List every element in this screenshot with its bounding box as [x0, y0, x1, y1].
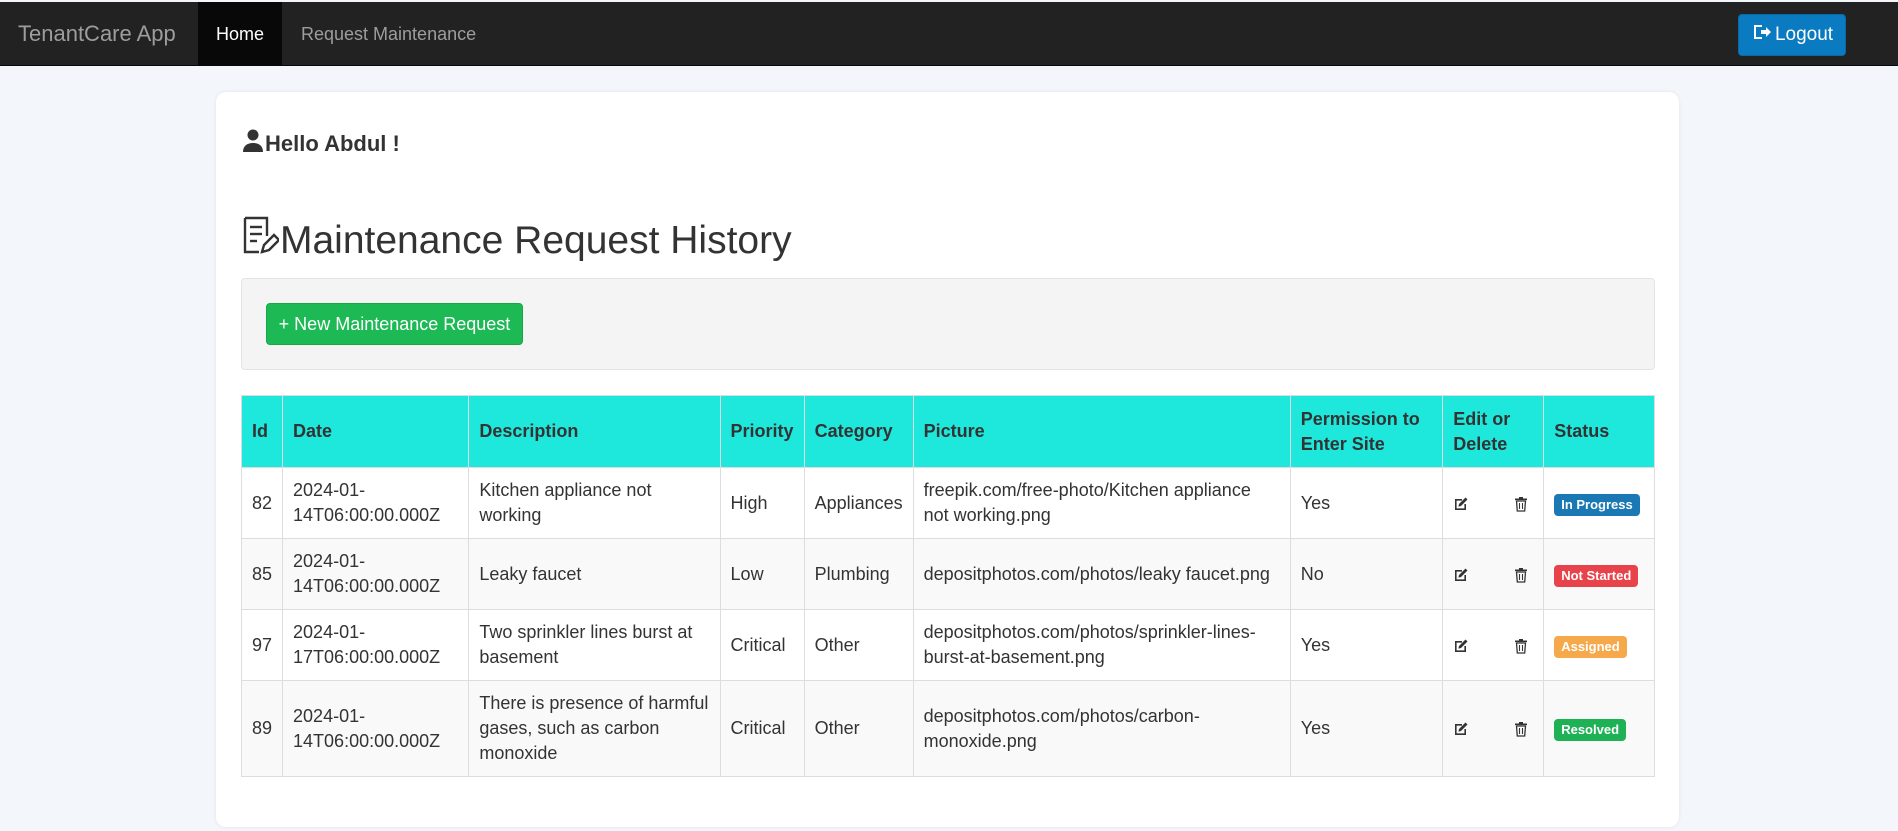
- cell-id: 97: [240, 609, 284, 681]
- cell-picture: depositphotos.com/photos/sprinkler-lines…: [912, 609, 1291, 681]
- cell-priority: High: [719, 467, 805, 539]
- header-priority: Priority: [719, 395, 805, 468]
- table-row: 82 2024-01- 14T06:00:00.000Z Kitchen applia…: [240, 467, 1655, 539]
- cell-actions: [1442, 467, 1545, 539]
- edit-icon[interactable]: [1453, 718, 1469, 738]
- table-row: 85 2024-01- 14T06:00:00.000Z Leaky faucet Lo…: [240, 538, 1655, 610]
- cell-category: Other: [803, 609, 914, 681]
- cell-date: 2024-01- 14T06:00:00.000Z: [282, 538, 470, 610]
- cell-date: 2024-01- 14T06:00:00.000Z: [282, 680, 470, 777]
- cell-date: 2024-01- 14T06:00:00.000Z: [282, 467, 470, 539]
- header-description: Description: [468, 395, 721, 468]
- nav-request-maintenance[interactable]: Request Maintenance: [281, 2, 496, 66]
- cell-description: Leaky faucet: [468, 538, 721, 610]
- cell-actions: [1442, 680, 1545, 777]
- cell-priority: Critical: [719, 680, 805, 777]
- page-title-text: Maintenance Request History: [280, 219, 792, 262]
- user-icon: [242, 129, 265, 159]
- cell-picture: freepik.com/free-photo/Kitchen appliance…: [912, 467, 1291, 539]
- header-id: Id: [240, 395, 284, 468]
- cell-date: 2024-01- 17T06:00:00.000Z: [282, 609, 470, 681]
- cell-id: 89: [240, 680, 284, 777]
- cell-category: Other: [803, 680, 914, 777]
- table-header-row: Id Date Description Priority Category Pi…: [240, 395, 1655, 468]
- header-category: Category: [803, 395, 914, 468]
- header-edit-delete: Edit or Delete: [1442, 395, 1545, 468]
- status-badge: Not Started: [1554, 564, 1639, 587]
- cell-actions: [1442, 609, 1545, 681]
- header-date: Date: [282, 395, 470, 468]
- greeting: Hello Abdul !: [242, 127, 400, 161]
- cell-status: Resolved: [1543, 680, 1655, 777]
- cell-permission: Yes: [1289, 609, 1444, 681]
- nav-home[interactable]: Home: [198, 2, 282, 66]
- status-badge: In Progress: [1554, 493, 1640, 516]
- cell-permission: Yes: [1289, 467, 1444, 539]
- trash-icon[interactable]: [1513, 635, 1529, 655]
- cell-category: Plumbing: [803, 538, 914, 610]
- header-status: Status: [1543, 395, 1655, 468]
- app-brand[interactable]: TenantCare App: [18, 2, 176, 66]
- logout-label: Logout: [1774, 24, 1834, 45]
- logout-button[interactable]: Logout: [1738, 14, 1846, 56]
- edit-icon[interactable]: [1453, 635, 1469, 655]
- trash-icon[interactable]: [1513, 718, 1529, 738]
- cell-permission: No: [1289, 538, 1444, 610]
- document-edit-icon: [242, 216, 281, 266]
- trash-icon[interactable]: [1513, 493, 1529, 513]
- request-history-table: Id Date Description Priority Category Pi…: [240, 395, 1655, 777]
- table-row: 89 2024-01- 14T06:00:00.000Z There is prese…: [240, 680, 1655, 777]
- greeting-text: Hello Abdul !: [265, 131, 400, 156]
- cell-actions: [1442, 538, 1545, 610]
- sign-out-icon: [1751, 22, 1771, 48]
- header-picture: Picture: [912, 395, 1291, 468]
- cell-status: In Progress: [1543, 467, 1655, 539]
- new-maintenance-request-button[interactable]: + New Maintenance Request: [266, 303, 523, 345]
- cell-id: 85: [240, 538, 284, 610]
- page-title: Maintenance Request History: [242, 216, 792, 266]
- cell-permission: Yes: [1289, 680, 1444, 777]
- cell-picture: depositphotos.com/photos/carbon-monoxide…: [912, 680, 1291, 777]
- cell-description: Two sprinkler lines burst at basement: [468, 609, 721, 681]
- cell-id: 82: [240, 467, 284, 539]
- cell-priority: Critical: [719, 609, 805, 681]
- cell-category: Appliances: [803, 467, 914, 539]
- trash-icon[interactable]: [1513, 564, 1529, 584]
- cell-status: Assigned: [1543, 609, 1655, 681]
- cell-description: Kitchen appliance not working: [468, 467, 721, 539]
- cell-description: There is presence of harmful gases, such…: [468, 680, 721, 777]
- table-row: 97 2024-01- 17T06:00:00.000Z Two sprinkler …: [240, 609, 1655, 681]
- cell-status: Not Started: [1543, 538, 1655, 610]
- cell-priority: Low: [719, 538, 805, 610]
- cell-picture: depositphotos.com/photos/leaky faucet.pn…: [912, 538, 1291, 610]
- status-badge: Resolved: [1554, 719, 1627, 741]
- status-badge: Assigned: [1554, 635, 1627, 658]
- navbar: TenantCare App Home Request Maintenance …: [0, 2, 1898, 66]
- edit-icon[interactable]: [1453, 564, 1469, 584]
- edit-icon[interactable]: [1453, 493, 1469, 513]
- header-permission: Permission to Enter Site: [1289, 395, 1444, 468]
